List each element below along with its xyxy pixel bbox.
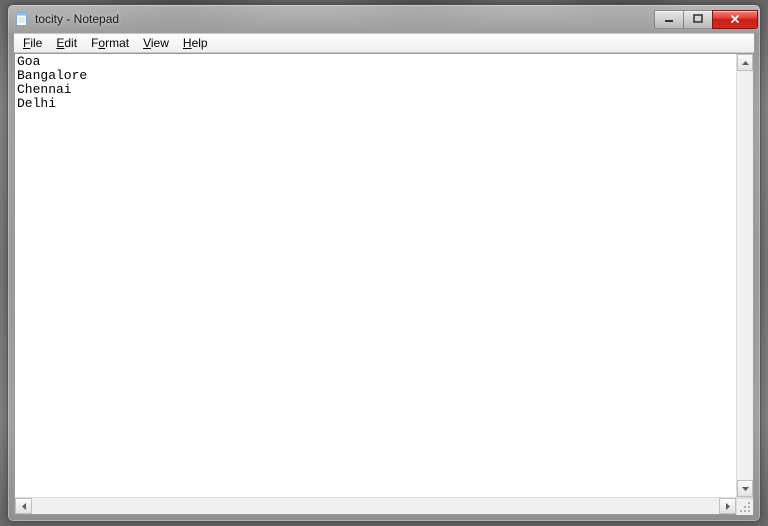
- window-title: tocity - Notepad: [35, 12, 655, 26]
- menu-edit[interactable]: Edit: [49, 34, 84, 52]
- size-grip[interactable]: [736, 498, 753, 515]
- horizontal-scroll-track[interactable]: [32, 498, 719, 514]
- maximize-button[interactable]: [683, 10, 713, 29]
- close-button[interactable]: [712, 10, 758, 29]
- menu-format[interactable]: Format: [84, 34, 136, 52]
- scroll-up-button[interactable]: [737, 54, 753, 71]
- menu-view[interactable]: View: [136, 34, 176, 52]
- notepad-icon: [14, 11, 30, 27]
- vertical-scroll-track[interactable]: [737, 71, 753, 480]
- menu-file[interactable]: File: [16, 34, 49, 52]
- scroll-left-button[interactable]: [15, 498, 32, 514]
- client-area: Goa Bangalore Chennai Delhi: [14, 53, 754, 515]
- text-editor[interactable]: Goa Bangalore Chennai Delhi: [15, 54, 736, 497]
- scroll-down-button[interactable]: [737, 480, 753, 497]
- scroll-right-button[interactable]: [719, 498, 736, 514]
- horizontal-scrollbar[interactable]: [15, 497, 753, 514]
- menubar: File Edit Format View Help: [14, 33, 754, 53]
- menu-help[interactable]: Help: [176, 34, 215, 52]
- vertical-scrollbar[interactable]: [736, 54, 753, 497]
- titlebar[interactable]: tocity - Notepad: [8, 5, 760, 33]
- notepad-window: tocity - Notepad File Edit Format View H…: [7, 4, 761, 522]
- minimize-button[interactable]: [654, 10, 684, 29]
- caption-buttons: [655, 10, 758, 29]
